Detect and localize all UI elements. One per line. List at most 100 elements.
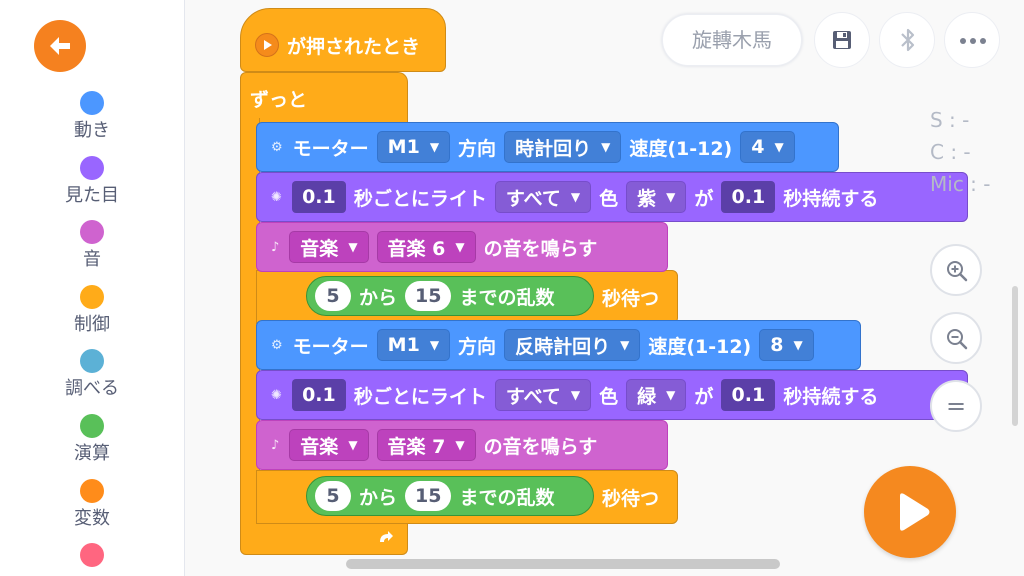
duration-input[interactable]: 0.1 bbox=[721, 181, 776, 213]
random-from-input[interactable]: 5 bbox=[315, 281, 351, 311]
project-title[interactable]: 旋轉木馬 bbox=[662, 14, 802, 66]
category-label: 動き bbox=[74, 120, 110, 141]
light-block-1[interactable]: ✺ 0.1 秒ごとにライト すべて ▼ 色 紫 ▼ が 0.1 秒持続する bbox=[256, 172, 968, 222]
dropdown-arrow-icon: ▼ bbox=[570, 190, 581, 204]
dropdown-arrow-icon: ▼ bbox=[570, 388, 581, 402]
zoom-in-icon bbox=[947, 261, 968, 282]
ga-label: が bbox=[694, 187, 714, 210]
bluetooth-button[interactable] bbox=[879, 12, 935, 68]
color-dropdown[interactable]: 緑 ▼ bbox=[626, 379, 687, 411]
bluetooth-icon bbox=[901, 28, 915, 52]
port-value: M1 bbox=[387, 136, 420, 158]
play-icon bbox=[900, 493, 930, 531]
more-icon bbox=[960, 38, 986, 44]
random-operator-2[interactable]: 5 から 15 までの乱数 bbox=[306, 476, 594, 516]
light-label: 秒ごとにライト bbox=[353, 187, 487, 210]
light-target-dropdown[interactable]: すべて ▼ bbox=[494, 181, 592, 213]
category-dot-my-blocks bbox=[80, 543, 104, 567]
dropdown-arrow-icon: ▼ bbox=[666, 388, 676, 402]
light-icon: ✺ bbox=[271, 387, 282, 403]
random-label: までの乱数 bbox=[459, 286, 555, 309]
zoom-reset-button[interactable]: = bbox=[930, 380, 982, 432]
sound-end-label: の音を鳴らす bbox=[483, 237, 598, 260]
sound-value: 音楽 7 bbox=[387, 435, 446, 458]
run-button[interactable] bbox=[864, 466, 956, 558]
category-label: 演算 bbox=[74, 443, 110, 464]
horizontal-scrollbar[interactable] bbox=[346, 559, 780, 569]
direction-dropdown[interactable]: 反時計回り ▼ bbox=[504, 329, 641, 361]
direction-dropdown[interactable]: 時計回り ▼ bbox=[504, 131, 622, 163]
motor-block-1[interactable]: ⚙ モーター M1 ▼ 方向 時計回り ▼ 速度(1-12) 4 ▼ bbox=[256, 122, 839, 172]
category-looks[interactable]: 見た目 bbox=[0, 156, 184, 207]
category-motion[interactable]: 動き bbox=[0, 91, 184, 142]
mic-status: Mic : - bbox=[930, 172, 991, 196]
dropdown-arrow-icon: ▼ bbox=[666, 190, 676, 204]
category-dot-motion bbox=[80, 91, 104, 115]
loop-arrow-icon bbox=[380, 531, 393, 542]
vertical-scrollbar[interactable] bbox=[1012, 286, 1018, 426]
speed-label: 速度(1-12) bbox=[648, 335, 752, 358]
when-flag-clicked-hat[interactable]: が押されたとき bbox=[240, 8, 446, 72]
interval-input[interactable]: 0.1 bbox=[291, 181, 346, 213]
sound-block-1[interactable]: ♪ 音楽 ▼ 音楽 6 ▼ の音を鳴らす bbox=[256, 222, 668, 272]
interval-input[interactable]: 0.1 bbox=[291, 379, 346, 411]
sound-block-2[interactable]: ♪ 音楽 ▼ 音楽 7 ▼ の音を鳴らす bbox=[256, 420, 668, 470]
light-target-dropdown[interactable]: すべて ▼ bbox=[494, 379, 592, 411]
sound-category-dropdown[interactable]: 音楽 ▼ bbox=[289, 231, 369, 263]
random-to-input[interactable]: 15 bbox=[405, 281, 452, 311]
category-dot-control bbox=[80, 285, 104, 309]
speed-dropdown[interactable]: 8 ▼ bbox=[759, 329, 814, 361]
play-flag-icon bbox=[255, 33, 279, 57]
motor-icon: ⚙ bbox=[271, 337, 283, 353]
forever-label: ずっと bbox=[250, 89, 308, 111]
category-sound[interactable]: 音 bbox=[0, 220, 184, 271]
ga-label: が bbox=[694, 385, 714, 408]
port-dropdown[interactable]: M1 ▼ bbox=[376, 131, 451, 163]
speed-dropdown[interactable]: 4 ▼ bbox=[740, 131, 795, 163]
port-dropdown[interactable]: M1 ▼ bbox=[376, 329, 451, 361]
category-operators[interactable]: 演算 bbox=[0, 414, 184, 465]
save-button[interactable] bbox=[814, 12, 870, 68]
sound-category-value: 音楽 bbox=[300, 237, 339, 260]
random-from-input[interactable]: 5 bbox=[315, 481, 351, 511]
sound-dropdown[interactable]: 音楽 6 ▼ bbox=[376, 231, 476, 263]
random-operator-1[interactable]: 5 から 15 までの乱数 bbox=[306, 276, 594, 316]
light-label: 秒ごとにライト bbox=[353, 385, 487, 408]
sound-value: 音楽 6 bbox=[387, 237, 446, 260]
zoom-out-icon bbox=[947, 329, 968, 350]
back-button[interactable] bbox=[34, 20, 86, 72]
wait-label: 秒待つ bbox=[602, 288, 660, 310]
sound-dropdown[interactable]: 音楽 7 ▼ bbox=[376, 429, 476, 461]
category-dot-operators bbox=[80, 414, 104, 438]
motor-block-2[interactable]: ⚙ モーター M1 ▼ 方向 反時計回り ▼ 速度(1-12) 8 ▼ bbox=[256, 320, 861, 370]
kara-label: から bbox=[359, 486, 398, 509]
light-block-2[interactable]: ✺ 0.1 秒ごとにライト すべて ▼ 色 緑 ▼ が 0.1 秒持続する bbox=[256, 370, 968, 420]
dropdown-arrow-icon: ▼ bbox=[601, 140, 611, 154]
duration-input[interactable]: 0.1 bbox=[721, 379, 776, 411]
motor-label: モーター bbox=[292, 335, 369, 358]
direction-value: 時計回り bbox=[515, 137, 592, 160]
category-sidebar: 動き 見た目 音 制御 調べる 演算 変数 bbox=[0, 0, 185, 576]
kara-label: から bbox=[359, 286, 398, 309]
category-dot-sensing bbox=[80, 349, 104, 373]
color-label: 色 bbox=[599, 385, 619, 408]
direction-value: 反時計回り bbox=[515, 335, 611, 358]
category-label: 調べる bbox=[65, 378, 119, 399]
color-dropdown[interactable]: 紫 ▼ bbox=[626, 181, 687, 213]
category-label: 音 bbox=[83, 249, 101, 270]
category-my-blocks[interactable] bbox=[0, 543, 184, 572]
category-variables[interactable]: 変数 bbox=[0, 479, 184, 530]
dropdown-arrow-icon: ▼ bbox=[620, 338, 630, 352]
dropdown-arrow-icon: ▼ bbox=[348, 240, 358, 254]
direction-label: 方向 bbox=[458, 335, 497, 358]
category-sensing[interactable]: 調べる bbox=[0, 349, 184, 400]
random-to-input[interactable]: 15 bbox=[405, 481, 452, 511]
more-button[interactable] bbox=[944, 12, 1000, 68]
zoom-out-button[interactable] bbox=[930, 312, 982, 364]
zoom-in-button[interactable] bbox=[930, 244, 982, 296]
arrow-left-icon bbox=[50, 37, 70, 55]
category-control[interactable]: 制御 bbox=[0, 285, 184, 336]
sound-category-dropdown[interactable]: 音楽 ▼ bbox=[289, 429, 369, 461]
motor-icon: ⚙ bbox=[271, 139, 283, 155]
random-label: までの乱数 bbox=[459, 486, 555, 509]
